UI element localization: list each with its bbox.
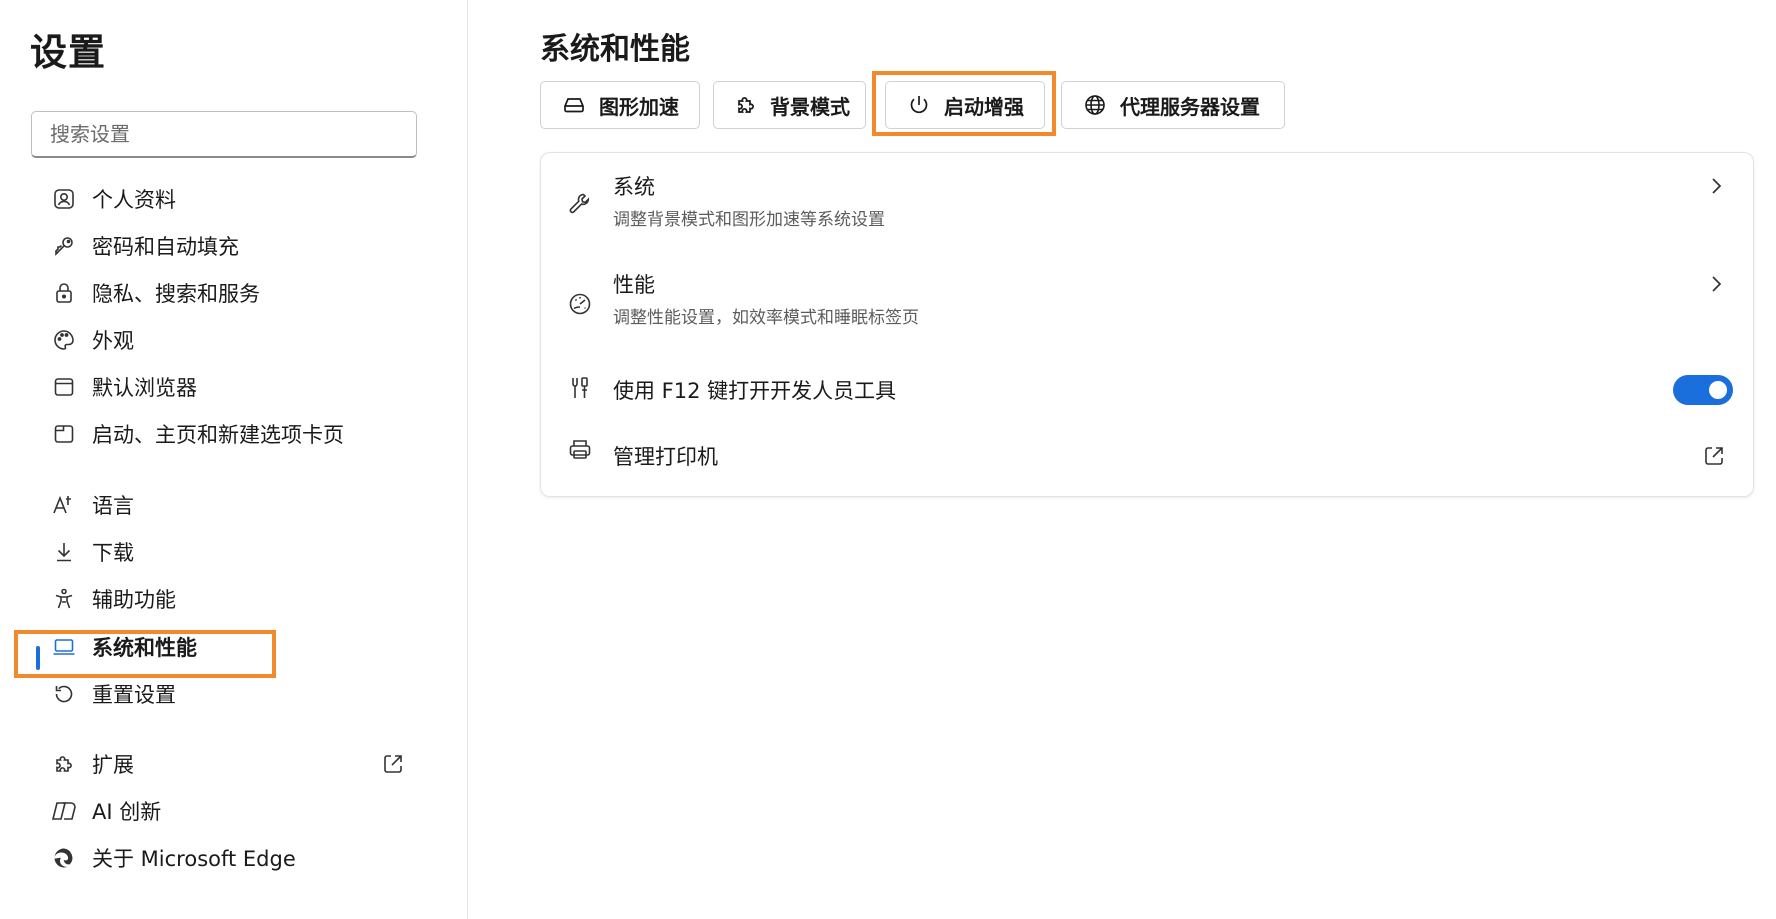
chevron-right-icon (1705, 175, 1727, 197)
tab-label: 背景模式 (770, 94, 850, 119)
row-f12-devtools: 使用 F12 键打开开发人员工具 (541, 363, 1753, 413)
profile-icon (50, 185, 78, 213)
row-manage-printers[interactable]: 管理打印机 (541, 429, 1753, 479)
tab-page-icon (50, 420, 78, 448)
sidebar: 设置 个人资料 密码和自动 (0, 0, 468, 919)
search-input[interactable] (32, 112, 416, 156)
sidebar-title: 设置 (30, 31, 106, 74)
sidebar-item-label: 默认浏览器 (92, 376, 197, 400)
key-icon (50, 232, 78, 260)
sidebar-item-label: 下载 (92, 541, 134, 565)
puzzle-icon (734, 92, 758, 118)
tab-proxy-settings[interactable]: 代理服务器设置 (1061, 81, 1285, 129)
lock-icon (50, 279, 78, 307)
sidebar-item-default-browser[interactable]: 默认浏览器 (40, 366, 420, 408)
settings-card: 系统 调整背景模式和图形加速等系统设置 性能 调整性能设置，如效率模式和睡眠标签… (540, 152, 1754, 497)
sidebar-item-appearance[interactable]: 外观 (40, 319, 420, 361)
page-title: 系统和性能 (540, 32, 690, 67)
external-link-icon (380, 751, 406, 777)
row-description: 调整背景模式和图形加速等系统设置 (613, 210, 885, 230)
palette-icon (50, 326, 78, 354)
external-link-icon[interactable] (1701, 443, 1727, 469)
wrench-icon (565, 189, 595, 219)
sidebar-item-label: 启动、主页和新建选项卡页 (92, 423, 344, 447)
settings-app: 设置 个人资料 密码和自动 (0, 0, 1776, 919)
puzzle-icon (50, 750, 78, 778)
sidebar-item-label: 个人资料 (92, 188, 176, 212)
sidebar-item-about[interactable]: 关于 Microsoft Edge (40, 837, 420, 879)
f12-devtools-toggle[interactable] (1673, 375, 1733, 405)
sidebar-item-label: 隐私、搜索和服务 (92, 282, 260, 306)
sidebar-item-passwords[interactable]: 密码和自动填充 (40, 225, 420, 267)
sidebar-item-label: 密码和自动填充 (92, 235, 239, 259)
sidebar-item-accessibility[interactable]: 辅助功能 (40, 578, 420, 620)
row-title: 使用 F12 键打开开发人员工具 (613, 379, 897, 403)
globe-icon (1082, 92, 1108, 118)
row-description: 调整性能设置，如效率模式和睡眠标签页 (613, 308, 919, 328)
sidebar-item-label: AI 创新 (92, 800, 162, 824)
drive-icon (561, 92, 587, 118)
sidebar-item-label: 扩展 (92, 753, 134, 777)
tab-graphics-acceleration[interactable]: 图形加速 (540, 81, 700, 129)
sidebar-item-label: 辅助功能 (92, 588, 176, 612)
highlight-box-tab (872, 71, 1056, 136)
copilot-icon (50, 797, 78, 825)
sidebar-item-languages[interactable]: 语言 (40, 484, 420, 526)
row-performance[interactable]: 性能 调整性能设置，如效率模式和睡眠标签页 (541, 269, 1753, 339)
chevron-right-icon (1705, 273, 1727, 295)
row-title: 性能 (613, 273, 655, 297)
printer-icon (565, 435, 595, 465)
edge-logo-icon (50, 844, 78, 872)
sidebar-item-label: 语言 (92, 494, 134, 518)
sidebar-item-profile[interactable]: 个人资料 (40, 178, 420, 220)
sidebar-item-label: 外观 (92, 329, 134, 353)
highlight-box-sidebar (14, 630, 276, 678)
sidebar-item-extensions[interactable]: 扩展 (40, 743, 420, 785)
row-title: 系统 (613, 175, 655, 199)
sidebar-item-start-home-newtab[interactable]: 启动、主页和新建选项卡页 (40, 413, 420, 455)
sidebar-item-reset[interactable]: 重置设置 (40, 673, 420, 715)
row-system[interactable]: 系统 调整背景模式和图形加速等系统设置 (541, 171, 1753, 241)
sidebar-item-label: 重置设置 (92, 683, 176, 707)
tab-label: 代理服务器设置 (1120, 94, 1260, 119)
sidebar-item-label: 关于 Microsoft Edge (92, 847, 296, 871)
reset-icon (50, 680, 78, 708)
search-box[interactable] (31, 111, 417, 158)
download-icon (50, 538, 78, 566)
performance-gauge-icon (565, 289, 595, 319)
row-title: 管理打印机 (613, 445, 718, 469)
browser-window-icon (50, 373, 78, 401)
tab-background-mode[interactable]: 背景模式 (713, 81, 866, 129)
developer-tools-icon (565, 373, 595, 403)
toggle-knob (1709, 381, 1727, 399)
sidebar-item-downloads[interactable]: 下载 (40, 531, 420, 573)
sidebar-item-ai-innovation[interactable]: AI 创新 (40, 790, 420, 832)
accessibility-icon (50, 585, 78, 613)
tab-label: 图形加速 (599, 94, 679, 119)
language-icon (50, 491, 78, 519)
sidebar-item-privacy[interactable]: 隐私、搜索和服务 (40, 272, 420, 314)
